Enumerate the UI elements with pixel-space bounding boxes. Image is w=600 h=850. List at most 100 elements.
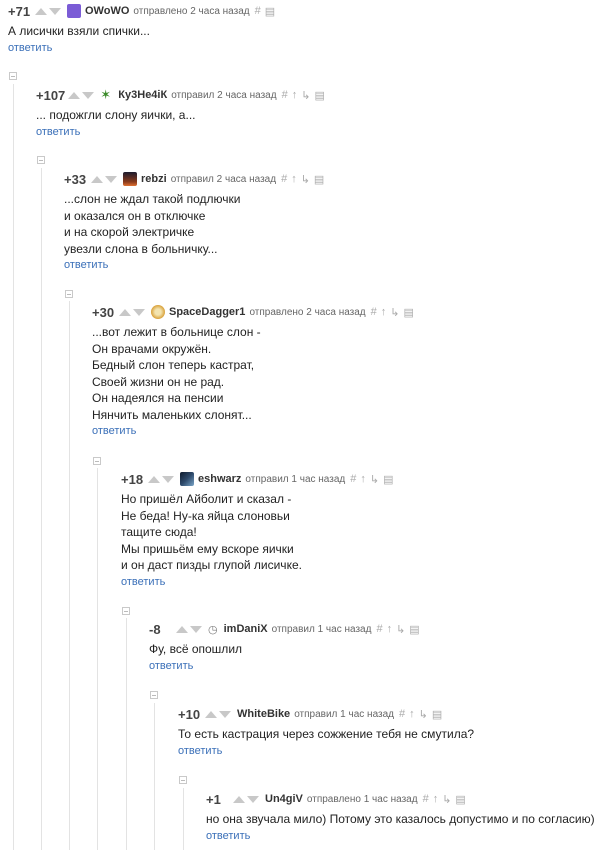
username[interactable]: Un4giV (265, 793, 303, 805)
comment: -8 ◷ imDaniX отправил 1 час назад # ↑ ↳ … (149, 619, 600, 672)
thread-line (13, 84, 14, 850)
comment: +10 WhiteBike отправил 1 час назад # ↑ ↳… (178, 704, 600, 757)
avatar[interactable] (67, 4, 81, 18)
comment-score: +107 (36, 87, 66, 103)
username[interactable]: imDaniX (224, 623, 268, 635)
reply-link[interactable]: ответить (92, 425, 600, 437)
username[interactable]: OWoWO (85, 5, 129, 17)
comment-score: +30 (92, 304, 115, 320)
comment-score: +71 (8, 3, 31, 19)
downvote-icon[interactable] (219, 710, 231, 718)
timestamp[interactable]: отправлено 1 час назад (307, 794, 418, 805)
save-icon[interactable]: ▤ (314, 173, 324, 186)
timestamp[interactable]: отправил 1 час назад (245, 474, 345, 485)
collapse-toggle[interactable] (150, 691, 158, 699)
reply-link[interactable]: ответить (121, 576, 600, 588)
parent-arrow-icon[interactable]: ↑ (433, 793, 439, 805)
username[interactable]: eshwarz (198, 473, 241, 485)
reply-link[interactable]: ответить (64, 259, 600, 271)
comment-text: ...слон не ждал такой подлючки и оказалс… (64, 192, 241, 256)
timestamp[interactable]: отправил 1 час назад (272, 624, 372, 635)
save-icon[interactable]: ▤ (455, 793, 465, 806)
branch-icon[interactable]: ↳ (419, 708, 428, 721)
permalink-icon[interactable]: # (376, 623, 382, 635)
timestamp[interactable]: отправил 2 часа назад (171, 174, 276, 185)
reply-link[interactable]: ответить (206, 830, 600, 842)
parent-arrow-icon[interactable]: ↑ (291, 173, 297, 185)
downvote-icon[interactable] (162, 475, 174, 483)
parent-arrow-icon[interactable]: ↑ (387, 623, 393, 635)
branch-icon[interactable]: ↳ (301, 89, 310, 102)
reply-link[interactable]: ответить (8, 42, 600, 54)
comment-text: Фу, всё опошлил (149, 642, 243, 656)
downvote-icon[interactable] (133, 308, 145, 316)
upvote-icon[interactable] (119, 308, 131, 316)
upvote-icon[interactable] (176, 625, 188, 633)
avatar[interactable] (123, 172, 137, 186)
save-icon[interactable]: ▤ (265, 5, 275, 18)
collapse-toggle[interactable] (65, 290, 73, 298)
branch-icon[interactable]: ↳ (301, 173, 310, 186)
downvote-icon[interactable] (190, 625, 202, 633)
parent-arrow-icon[interactable]: ↑ (409, 708, 415, 720)
upvote-icon[interactable] (205, 710, 217, 718)
timestamp[interactable]: отправлено 2 часа назад (133, 6, 249, 17)
collapse-toggle[interactable] (179, 776, 187, 784)
parent-arrow-icon[interactable]: ↑ (292, 89, 298, 101)
thread-line (97, 468, 98, 850)
upvote-icon[interactable] (233, 795, 245, 803)
username[interactable]: WhiteBike (237, 708, 290, 720)
reply-link[interactable]: ответить (178, 745, 600, 757)
branch-icon[interactable]: ↳ (442, 793, 451, 806)
collapse-toggle[interactable] (122, 607, 130, 615)
permalink-icon[interactable]: # (423, 793, 429, 805)
collapse-toggle[interactable] (37, 156, 45, 164)
downvote-icon[interactable] (82, 91, 95, 99)
save-icon[interactable]: ▤ (404, 306, 414, 319)
parent-arrow-icon[interactable]: ↑ (381, 306, 387, 318)
downvote-icon[interactable] (247, 795, 259, 803)
upvote-icon[interactable] (148, 475, 160, 483)
collapse-toggle[interactable] (9, 72, 17, 80)
comment: +71 OWoWO отправлено 2 часа назад # ▤ А … (8, 1, 600, 54)
comment-text: А лисички взяли спички... (8, 24, 150, 38)
timestamp[interactable]: отправил 2 часа назад (171, 90, 276, 101)
downvote-icon[interactable] (105, 175, 117, 183)
permalink-icon[interactable]: # (399, 708, 405, 720)
comment-text: но она звучала мило) Потому это казалось… (206, 812, 595, 826)
branch-icon[interactable]: ↳ (396, 623, 405, 636)
branch-icon[interactable]: ↳ (370, 473, 379, 486)
branch-icon[interactable]: ↳ (390, 306, 399, 319)
reply-link[interactable]: ответить (149, 660, 600, 672)
username[interactable]: Ку3Не4іК (118, 89, 167, 101)
avatar[interactable] (151, 305, 165, 319)
lizard-avatar-icon[interactable]: ✶ (100, 88, 114, 102)
clock-icon: ◷ (208, 623, 218, 636)
permalink-icon[interactable]: # (281, 173, 287, 185)
permalink-icon[interactable]: # (371, 306, 377, 318)
timestamp[interactable]: отправлено 2 часа назад (249, 307, 365, 318)
save-icon[interactable]: ▤ (409, 623, 419, 636)
upvote-icon[interactable] (35, 7, 47, 15)
save-icon[interactable]: ▤ (383, 473, 393, 486)
downvote-icon[interactable] (49, 7, 61, 15)
comment-text: ... подожгли слону яички, а... (36, 108, 196, 122)
timestamp[interactable]: отправил 1 час назад (294, 709, 394, 720)
username[interactable]: SpaceDagger1 (169, 306, 245, 318)
comment-header: +33 rebzi отправил 2 часа назад # ↑ ↳ ▤ (64, 169, 600, 189)
save-icon[interactable]: ▤ (432, 708, 442, 721)
parent-arrow-icon[interactable]: ↑ (360, 473, 366, 485)
comment-text: Но пришёл Айболит и сказал - Не беда! Ну… (121, 492, 302, 572)
comment: +107 ✶ Ку3Не4іК отправил 2 часа назад # … (36, 85, 600, 138)
upvote-icon[interactable] (91, 175, 103, 183)
avatar[interactable] (180, 472, 194, 486)
upvote-icon[interactable] (68, 91, 81, 99)
username[interactable]: rebzi (141, 173, 167, 185)
permalink-icon[interactable]: # (255, 5, 261, 17)
permalink-icon[interactable]: # (350, 473, 356, 485)
comment: +1 Un4giV отправлено 1 час назад # ↑ ↳ ▤… (206, 789, 600, 842)
permalink-icon[interactable]: # (282, 89, 288, 101)
save-icon[interactable]: ▤ (314, 89, 324, 102)
reply-link[interactable]: ответить (36, 126, 600, 138)
collapse-toggle[interactable] (93, 457, 101, 465)
